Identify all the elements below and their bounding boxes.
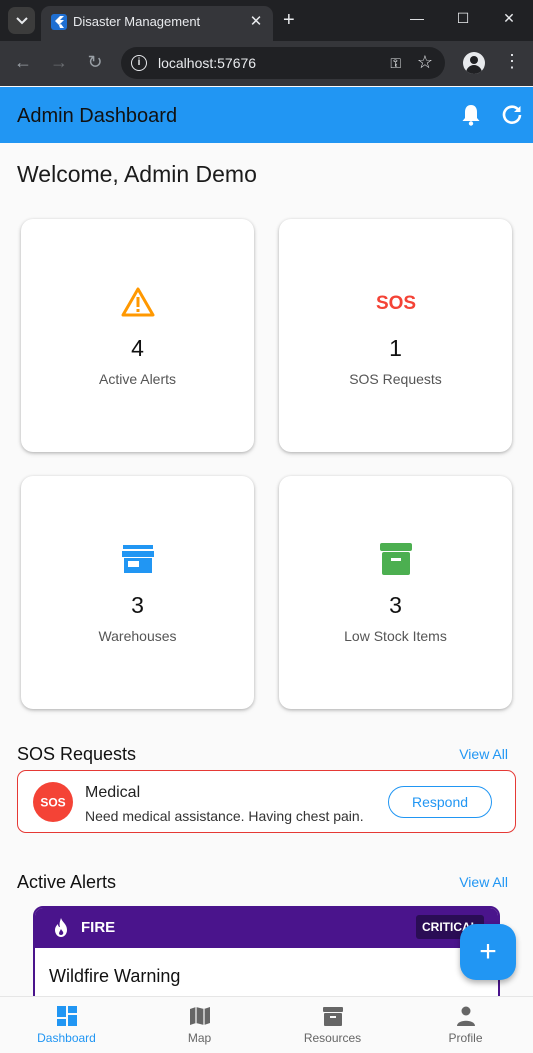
person-icon [456,1006,475,1026]
inventory-icon [379,543,412,575]
bookmark-star-icon[interactable]: ☆ [417,52,433,73]
window-close-icon[interactable]: ✕ [499,10,519,27]
svg-text:SOS: SOS [376,293,416,312]
maximize-icon[interactable]: ☐ [453,10,473,27]
stat-value: 4 [131,335,144,361]
tab-search-button[interactable] [8,7,35,34]
nav-label: Profile [448,1031,483,1045]
fire-icon [53,918,69,943]
alerts-section-title: Active Alerts [17,872,117,892]
chevron-down-icon [15,16,28,24]
alert-card[interactable]: FIRE CRITICAL Wildfire Warning [33,906,500,1006]
tab-title: Disaster Management [73,14,201,29]
sos-icon: SOS [40,796,65,810]
nav-map[interactable]: Map [133,997,266,1053]
app-bar: Admin Dashboard [0,87,533,143]
map-icon [189,1007,210,1025]
bottom-navigation: Dashboard Map Resources Profile [0,996,533,1053]
sos-icon: SOS [376,293,416,312]
site-info-icon[interactable]: i [131,55,147,71]
new-tab-icon[interactable]: + [283,9,295,32]
browser-tab-strip: Disaster Management ✕ + — ☐ ✕ [0,0,533,41]
stat-label: SOS Requests [349,371,442,387]
nav-label: Map [187,1031,212,1045]
alerts-view-all-link[interactable]: View All [459,874,508,890]
nav-profile[interactable]: Profile [399,997,532,1053]
store-icon [121,545,154,573]
sos-avatar: SOS [33,782,73,822]
browser-tab[interactable]: Disaster Management ✕ [41,6,273,41]
stat-label: Warehouses [98,628,177,644]
sos-request-item[interactable]: SOS Medical Need medical assistance. Hav… [17,770,516,833]
low-stock-card[interactable]: 3 Low Stock Items [279,476,512,709]
alert-type: FIRE [81,919,116,936]
warning-icon [121,287,154,317]
archive-icon [322,1007,343,1026]
welcome-heading: Welcome, Admin Demo [17,161,257,187]
reload-icon[interactable]: ↻ [83,52,107,73]
svg-text:SOS: SOS [40,796,65,810]
nav-dashboard[interactable]: Dashboard [0,997,133,1053]
alert-title: Wildfire Warning [49,966,181,986]
page-title: Admin Dashboard [17,105,178,127]
active-alerts-card[interactable]: 4 Active Alerts [21,219,254,452]
plus-icon: + [479,935,497,968]
refresh-icon[interactable] [501,104,523,131]
forward-arrow-icon[interactable]: → [47,52,71,73]
password-key-icon[interactable]: ⚿ [390,55,401,72]
respond-button[interactable]: Respond [388,786,492,818]
sos-requests-card[interactable]: SOS 1 SOS Requests [279,219,512,452]
minimize-icon[interactable]: — [407,10,427,26]
alert-header: FIRE CRITICAL [35,908,498,948]
warehouses-card[interactable]: 3 Warehouses [21,476,254,709]
stat-label: Active Alerts [98,371,177,387]
address-bar[interactable]: i localhost:57676 ⚿ ☆ [121,47,445,79]
sos-section-title: SOS Requests [17,744,137,764]
add-fab-button[interactable]: + [460,924,516,980]
back-arrow-icon[interactable]: ← [11,52,35,73]
sos-type: Medical [85,784,141,801]
dashboard-icon [56,1006,77,1026]
nav-resources[interactable]: Resources [266,997,399,1053]
notifications-bell-icon[interactable] [461,104,481,131]
url-text: localhost:57676 [158,55,257,71]
stat-value: 1 [389,335,402,361]
browser-toolbar: ← → ↻ i localhost:57676 ⚿ ☆ ⋮ [0,41,533,86]
profile-avatar-icon[interactable] [463,52,485,74]
nav-label: Dashboard [37,1031,96,1045]
nav-label: Resources [303,1031,362,1045]
stat-value: 3 [389,592,402,618]
flutter-favicon-icon [51,14,67,30]
sos-view-all-link[interactable]: View All [459,746,508,762]
stat-value: 3 [131,592,144,618]
browser-menu-icon[interactable]: ⋮ [503,51,521,72]
stat-label: Low Stock Items [344,628,447,644]
sos-description: Need medical assistance. Having chest pa… [85,808,364,824]
tab-close-icon[interactable]: ✕ [247,12,265,30]
